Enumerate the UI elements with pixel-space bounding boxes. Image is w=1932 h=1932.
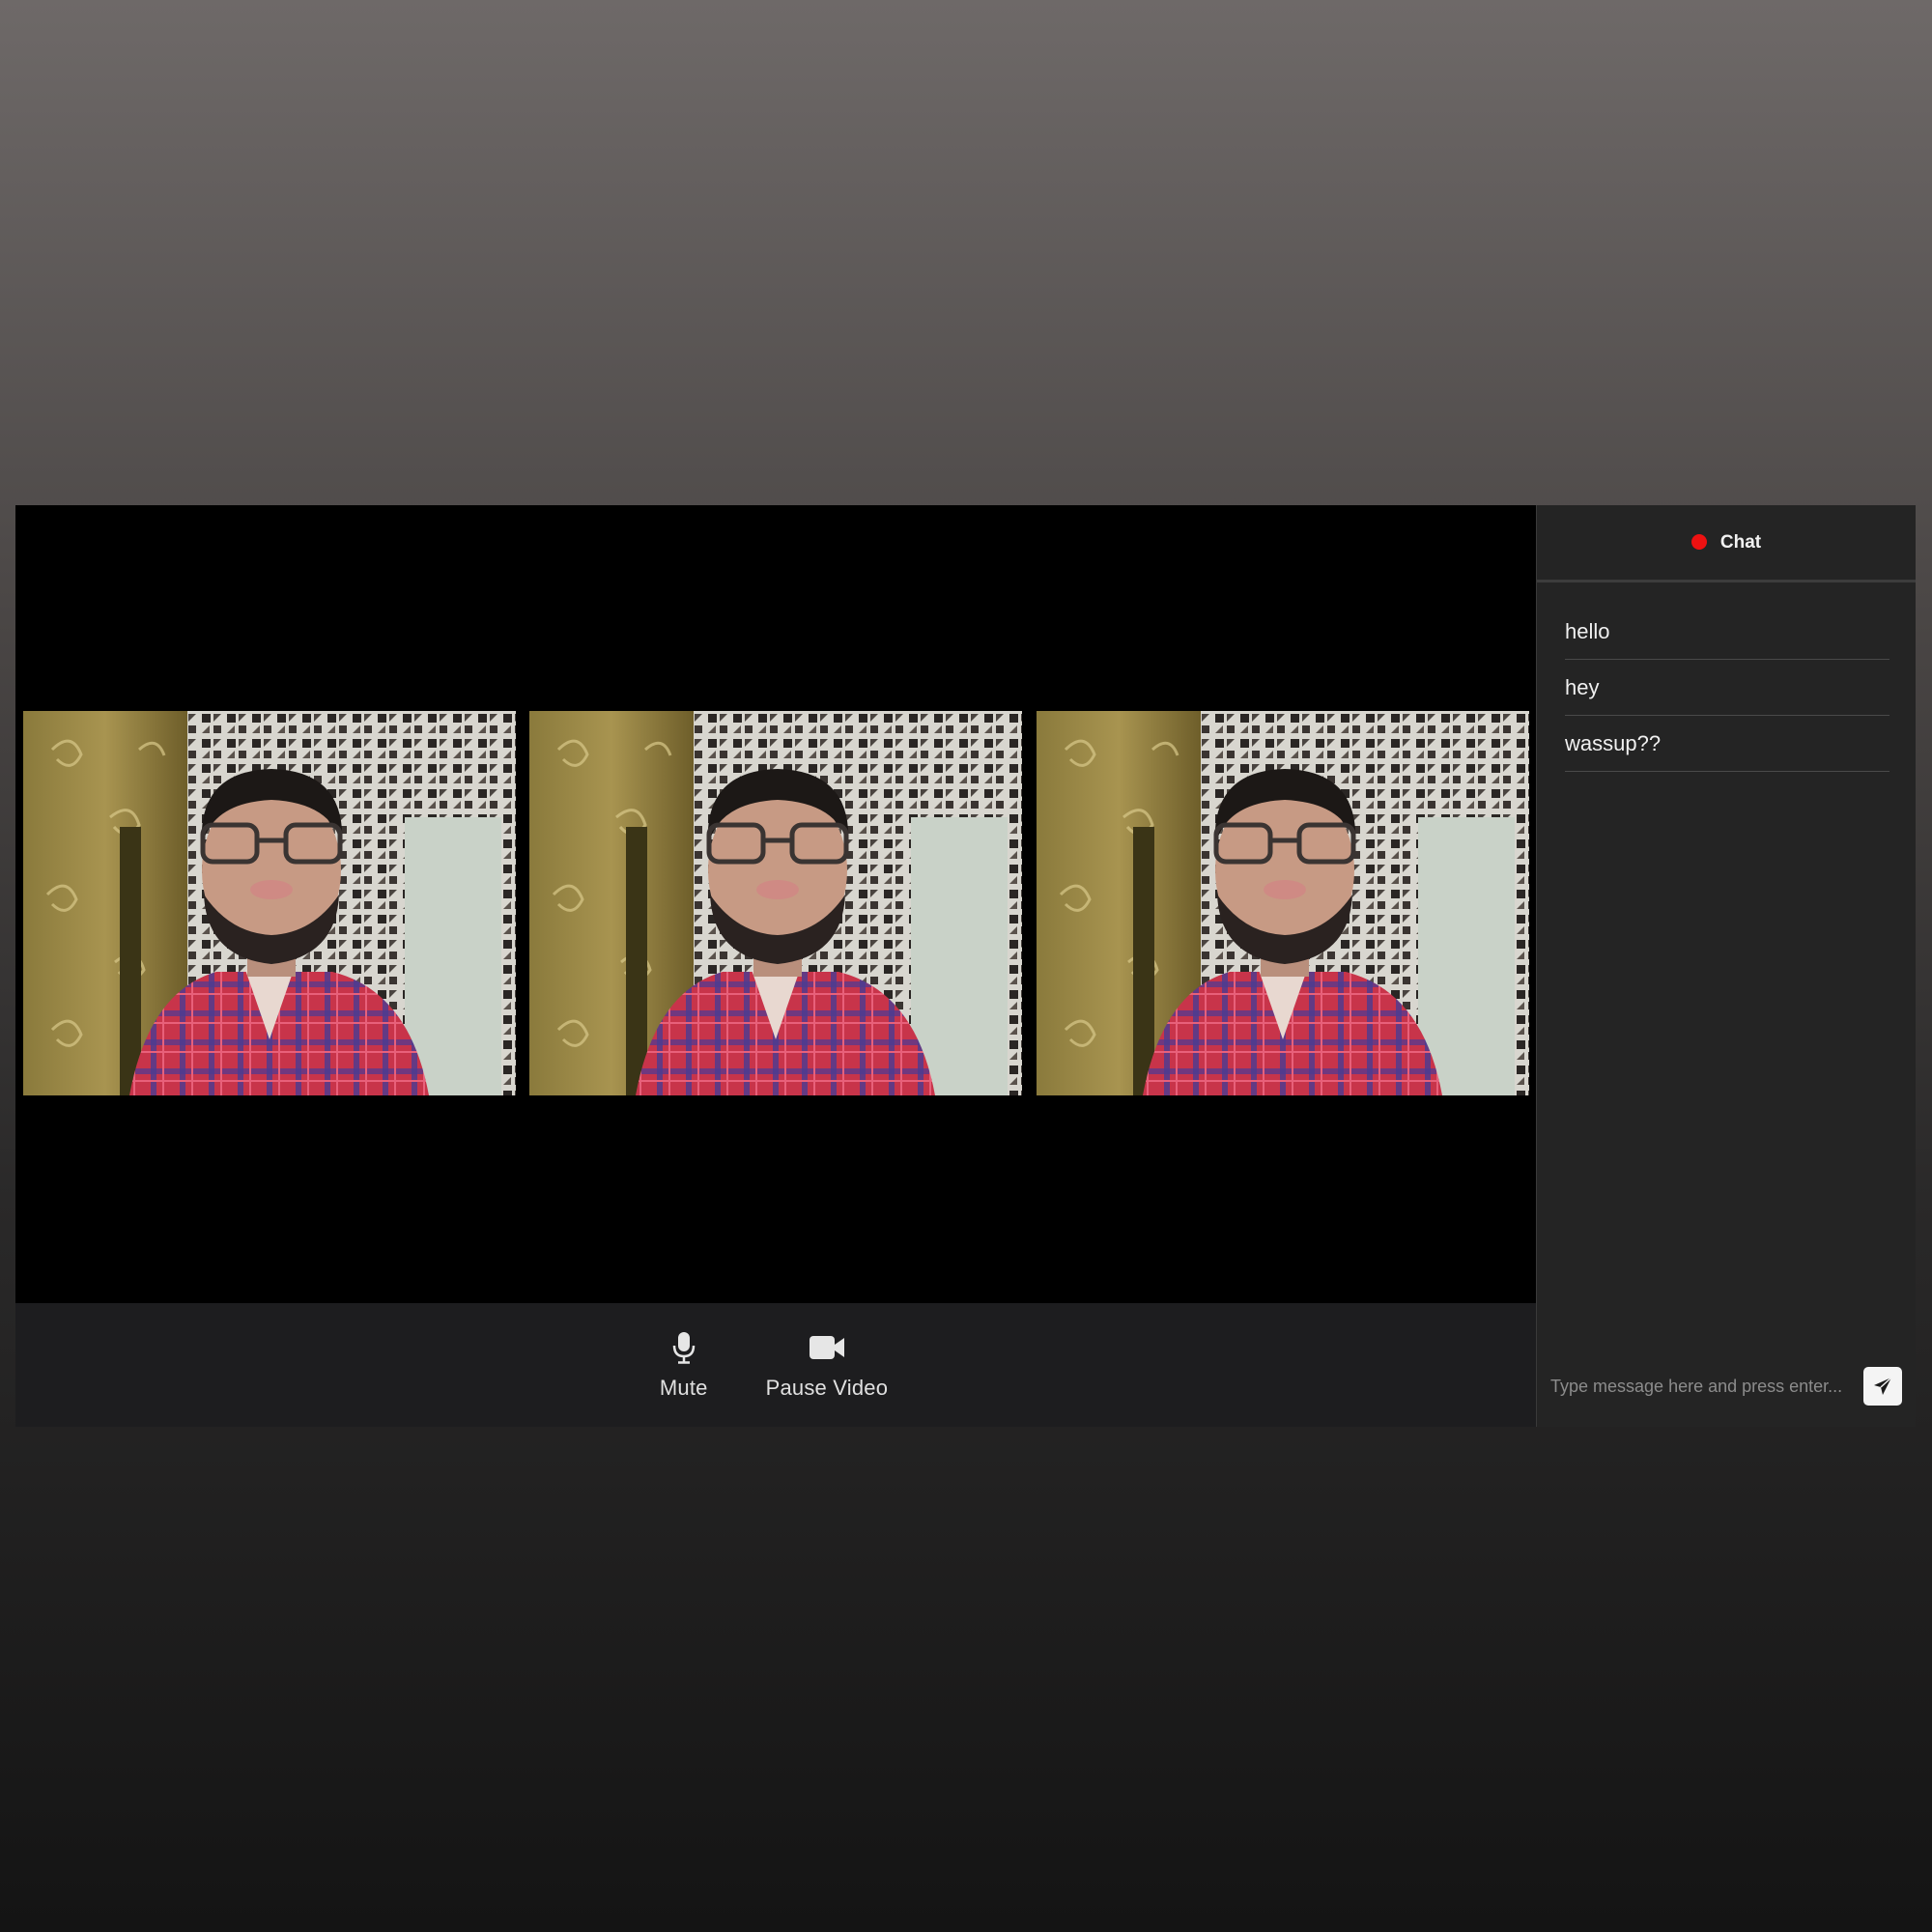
send-message-button[interactable] [1863, 1367, 1902, 1406]
chat-message-list: hello hey wassup?? [1537, 582, 1916, 1346]
mute-label: Mute [659, 1376, 708, 1400]
pause-video-button[interactable]: Pause Video [766, 1329, 889, 1401]
pause-video-label: Pause Video [765, 1376, 889, 1400]
chat-message: hey [1565, 660, 1889, 716]
chat-panel: Chat hello hey wassup?? [1536, 505, 1916, 1427]
video-stage [15, 505, 1536, 1303]
chat-composer [1537, 1346, 1916, 1427]
main-area: Mute Pause Video [15, 505, 1536, 1427]
participant-video-feed [529, 711, 1022, 1095]
chat-message: hello [1565, 604, 1889, 660]
video-call-window: Mute Pause Video Chat hello hey wassup?? [15, 505, 1916, 1427]
participant-video-feed [1037, 711, 1529, 1095]
call-control-bar: Mute Pause Video [15, 1303, 1536, 1427]
chat-message: wassup?? [1565, 716, 1889, 772]
video-camera-icon [809, 1329, 845, 1366]
participant-video-tile[interactable] [529, 711, 1022, 1095]
chat-header: Chat [1537, 505, 1916, 582]
participant-video-feed [23, 711, 516, 1095]
paper-plane-icon [1873, 1377, 1892, 1396]
microphone-icon [671, 1329, 696, 1366]
participant-video-tile[interactable] [1037, 711, 1529, 1095]
status-dot-icon [1690, 533, 1707, 550]
chat-title: Chat [1719, 531, 1762, 553]
chat-message-input[interactable] [1550, 1376, 1863, 1397]
mute-button[interactable]: Mute [660, 1329, 708, 1401]
participant-video-tile[interactable] [23, 711, 516, 1095]
